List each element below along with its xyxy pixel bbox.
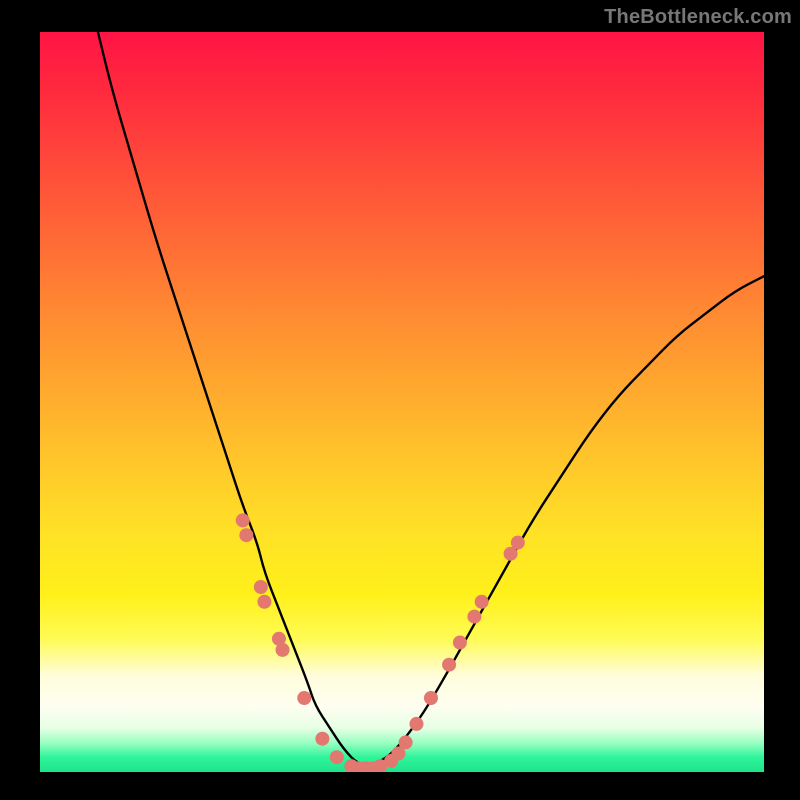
marker-dot: [424, 691, 438, 705]
marker-dot: [257, 595, 271, 609]
bottleneck-chart: [40, 32, 764, 772]
marker-dot: [399, 735, 413, 749]
marker-dot: [442, 658, 456, 672]
marker-dot: [409, 717, 423, 731]
marker-dot: [236, 513, 250, 527]
marker-dot: [330, 750, 344, 764]
marker-dot: [239, 528, 253, 542]
marker-dot: [315, 732, 329, 746]
marker-dot: [297, 691, 311, 705]
chart-frame: TheBottleneck.com: [0, 0, 800, 800]
marker-dot: [276, 643, 290, 657]
plot-area: [40, 32, 764, 772]
marker-group: [236, 513, 525, 772]
marker-dot: [475, 595, 489, 609]
marker-dot: [467, 610, 481, 624]
marker-dot: [254, 580, 268, 594]
marker-dot: [511, 536, 525, 550]
marker-dot: [453, 636, 467, 650]
bottleneck-curve: [98, 32, 764, 765]
watermark-text: TheBottleneck.com: [604, 6, 792, 29]
